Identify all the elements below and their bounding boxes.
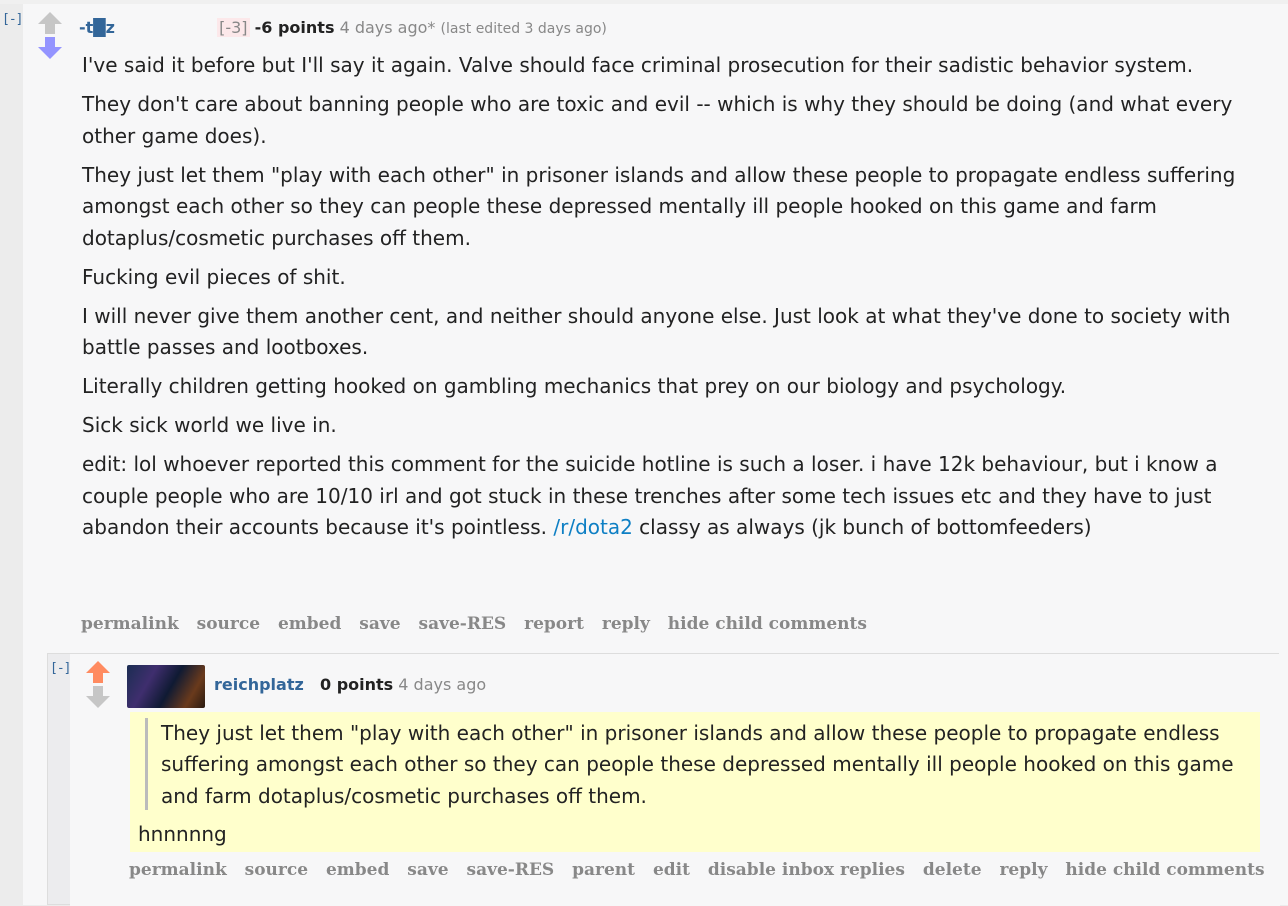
paragraph: I will never give them another cent, and…: [82, 303, 1231, 360]
downvote-arrow-icon[interactable]: [37, 37, 63, 59]
child-body: hnnnnng: [138, 822, 227, 846]
child-parent-button[interactable]: parent: [572, 860, 635, 880]
child-edit-button[interactable]: edit: [653, 860, 690, 880]
blockquote: They just let them "play with each other…: [161, 721, 1234, 808]
permalink-button[interactable]: permalink: [81, 614, 179, 634]
paragraph: I've said it before but I'll say it agai…: [82, 53, 1194, 77]
hide-child-button[interactable]: hide child comments: [668, 614, 867, 634]
child-source-button[interactable]: source: [245, 860, 308, 880]
paragraph: Sick sick world we live in.: [82, 413, 337, 437]
avatar[interactable]: [127, 665, 205, 708]
edited-note: (last edited 3 days ago): [440, 21, 607, 37]
child-timestamp: 4 days ago: [398, 675, 487, 694]
paragraph: They don't care about banning people who…: [82, 92, 1233, 148]
parent-buttons: permalink source embed save save-RES rep…: [81, 614, 879, 634]
points: -6 points: [254, 18, 335, 37]
edit-paragraph: edit: lol whoever reported this comment …: [82, 449, 1267, 544]
paragraph: Literally children getting hooked on gam…: [82, 374, 1067, 398]
subreddit-link[interactable]: /r/dota2: [553, 515, 632, 539]
collapse-toggle[interactable]: [-]: [2, 12, 24, 27]
edit-text-end: classy as always (jk bunch of bottomfeed…: [632, 515, 1092, 539]
score-bracket: [-3]: [217, 18, 250, 37]
paragraph: Fucking evil pieces of shit.: [82, 264, 346, 289]
child-buttons: permalink source embed save save-RES par…: [129, 860, 1277, 880]
child-collapse-toggle[interactable]: [-]: [50, 661, 72, 676]
child-tagline: reichplatz 0 points 4 days ago: [214, 675, 486, 694]
child-downvote-arrow-icon[interactable]: [85, 686, 111, 708]
child-upvote-arrow-icon[interactable]: [85, 661, 111, 683]
child-author-link[interactable]: reichplatz: [214, 675, 304, 694]
child-reply-button[interactable]: reply: [999, 860, 1047, 880]
child-save-button[interactable]: save: [407, 860, 448, 880]
save-button[interactable]: save: [359, 614, 400, 634]
paragraph: They just let them "play with each other…: [82, 162, 1236, 250]
child-permalink-button[interactable]: permalink: [129, 860, 227, 880]
child-delete-button[interactable]: delete: [923, 860, 982, 880]
source-button[interactable]: source: [197, 614, 260, 634]
report-button[interactable]: report: [524, 614, 584, 634]
upvote-arrow-icon[interactable]: [37, 12, 63, 34]
save-res-button[interactable]: save-RES: [419, 614, 507, 634]
parent-body: I've said it before but I'll say it agai…: [82, 50, 1267, 551]
child-save-res-button[interactable]: save-RES: [467, 860, 555, 880]
embed-button[interactable]: embed: [278, 614, 341, 634]
timestamp: 4 days ago*: [339, 18, 436, 37]
author-link[interactable]: -t█z: [79, 18, 115, 37]
reply-button[interactable]: reply: [602, 614, 650, 634]
child-points: 0 points: [319, 675, 394, 694]
parent-tagline: -t█z [-3] -6 points 4 days ago* (last ed…: [79, 18, 607, 37]
quote-bar: [145, 718, 148, 810]
child-hide-child-button[interactable]: hide child comments: [1065, 860, 1264, 880]
child-embed-button[interactable]: embed: [326, 860, 389, 880]
child-disable-inbox-button[interactable]: disable inbox replies: [708, 860, 905, 880]
